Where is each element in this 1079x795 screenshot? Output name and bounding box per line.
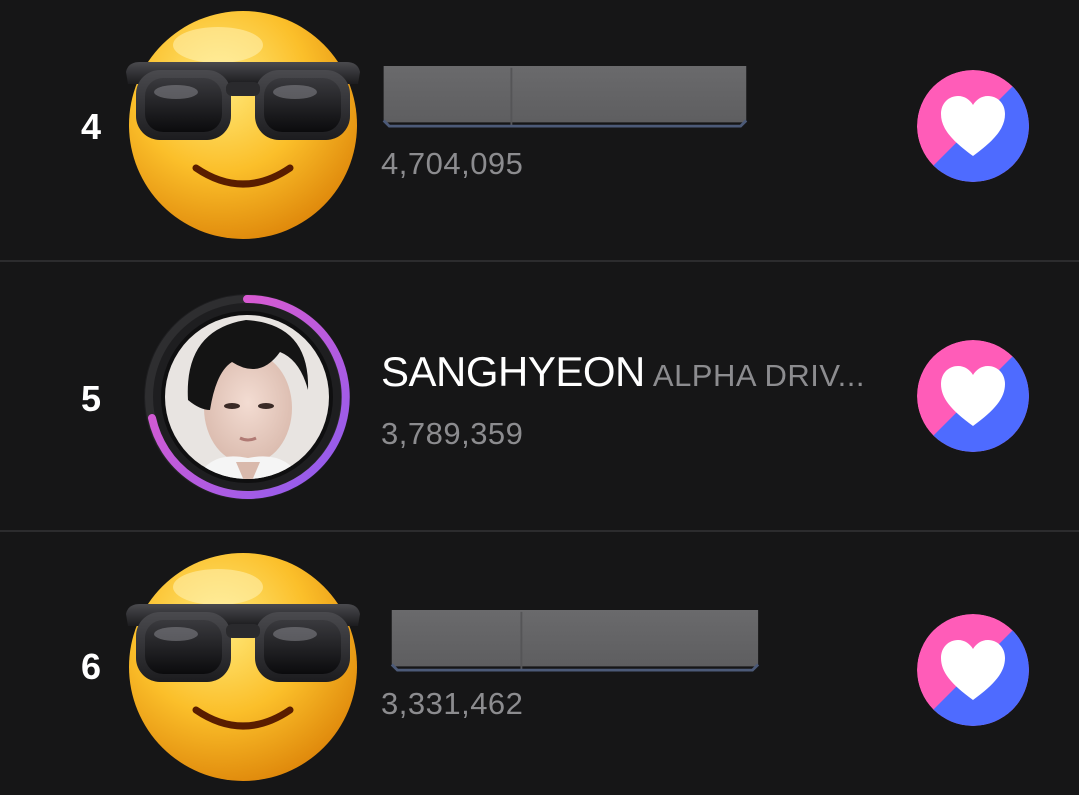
group-name: ALPHA DRIV... <box>652 358 866 393</box>
vote-heart-button[interactable] <box>917 614 1029 726</box>
artist-name: SANGHYEON <box>381 348 645 395</box>
vote-count: 3,789,359 <box>381 416 524 451</box>
smiling-face-with-sunglasses-icon <box>126 11 360 239</box>
smiling-face-with-sunglasses-icon <box>126 553 360 781</box>
rank-number: 5 <box>80 378 102 419</box>
ranking-list: 4 4,704,095 5 SANGHYEON ALPHA DRIV... 3,… <box>0 0 1079 795</box>
vote-count: 4,704,095 <box>381 146 524 181</box>
ranking-row-6[interactable]: 6 3,331,462 <box>0 532 1079 795</box>
redacted-name-bar <box>390 610 760 672</box>
vote-heart-button[interactable] <box>917 340 1029 452</box>
rank-number: 4 <box>80 106 102 147</box>
vote-heart-button[interactable] <box>917 70 1029 182</box>
vote-count: 3,331,462 <box>381 686 524 721</box>
name-row: SANGHYEON ALPHA DRIV... <box>381 348 865 396</box>
ranking-row-5[interactable]: 5 SANGHYEON ALPHA DRIV... 3,789,359 <box>0 262 1079 530</box>
avatar-photo <box>144 294 350 500</box>
rank-number: 6 <box>80 646 102 687</box>
redacted-name-bar <box>382 66 748 128</box>
ranking-row-4[interactable]: 4 4,704,095 <box>0 0 1079 260</box>
